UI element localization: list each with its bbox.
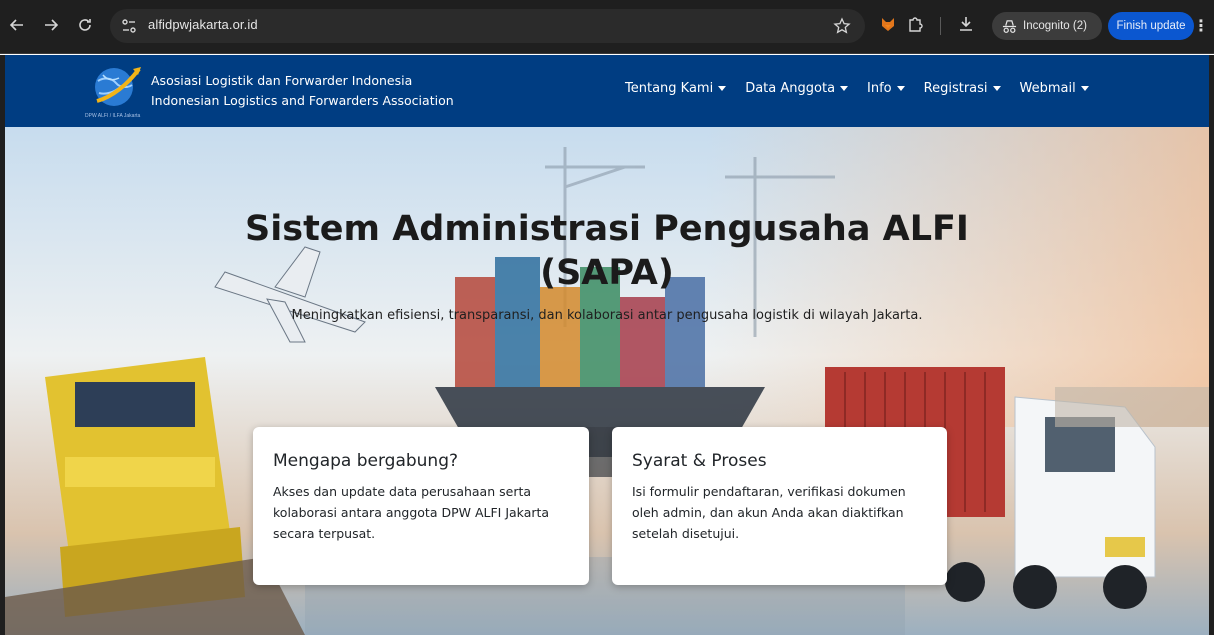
browser-menu-icon[interactable]: ⋮ xyxy=(1193,15,1209,37)
download-icon[interactable] xyxy=(957,15,975,33)
menu-label: Webmail xyxy=(1019,81,1076,96)
menu-tentang-kami[interactable]: Tentang Kami xyxy=(625,81,727,96)
site-settings-icon[interactable] xyxy=(120,17,138,35)
brand-text[interactable]: Asosiasi Logistik dan Forwarder Indonesi… xyxy=(151,71,454,111)
hero-subtitle: Meningkatkan efisiensi, transparansi, da… xyxy=(291,308,923,323)
menu-label: Registrasi xyxy=(923,81,988,96)
forward-icon[interactable] xyxy=(40,14,62,36)
card-title: Mengapa bergabung? xyxy=(273,451,459,471)
card-text: Isi formulir pendaftaran, verifikasi dok… xyxy=(632,484,906,541)
card-title: Syarat & Proses xyxy=(632,451,767,471)
caret-down-icon xyxy=(1080,86,1089,91)
address-bar[interactable]: alfidpwjakarta.or.id xyxy=(110,9,865,43)
browser-toolbar: alfidpwjakarta.or.id Incognito (2) Finis… xyxy=(0,0,1214,54)
main-menu: Tentang Kami Data Anggota Info Registras… xyxy=(625,81,1108,96)
info-card-requirements: Syarat & Proses Isi formulir pendaftaran… xyxy=(612,427,947,585)
menu-label: Data Anggota xyxy=(745,81,836,96)
card-text: Akses dan update data perusahaan serta k… xyxy=(273,484,550,541)
caret-down-icon xyxy=(718,86,727,91)
site-navbar: DPW ALFI / ILFA Jakarta Asosiasi Logisti… xyxy=(5,55,1209,127)
logistics-hero-image xyxy=(5,127,1209,635)
brand-line-en: Indonesian Logistics and Forwarders Asso… xyxy=(151,93,454,108)
hero-title-line1: Sistem Administrasi Pengusaha ALFI xyxy=(245,209,969,249)
menu-label: Tentang Kami xyxy=(625,81,714,96)
logo-caption: DPW ALFI / ILFA Jakarta xyxy=(85,113,141,119)
toolbar-divider xyxy=(940,17,941,35)
incognito-icon xyxy=(1002,19,1017,33)
url-text[interactable]: alfidpwjakarta.or.id xyxy=(148,17,258,32)
reload-icon[interactable] xyxy=(74,14,96,36)
menu-data-anggota[interactable]: Data Anggota xyxy=(745,81,849,96)
back-icon[interactable] xyxy=(6,14,28,36)
alfi-logo[interactable] xyxy=(87,61,147,119)
incognito-indicator[interactable]: Incognito (2) xyxy=(992,12,1102,40)
finish-update-button[interactable]: Finish update xyxy=(1108,12,1194,40)
extension-fox-icon[interactable] xyxy=(880,16,896,32)
menu-registrasi[interactable]: Registrasi xyxy=(924,81,1001,96)
menu-label: Info xyxy=(867,81,892,96)
hero-section: Sistem Administrasi Pengusaha ALFI (SAPA… xyxy=(5,127,1209,635)
window-edge-right xyxy=(1209,55,1214,635)
menu-webmail[interactable]: Webmail xyxy=(1020,81,1089,96)
info-card-why-join: Mengapa bergabung? Akses dan update data… xyxy=(253,427,589,585)
caret-down-icon xyxy=(896,86,905,91)
hero-title: Sistem Administrasi Pengusaha ALFI (SAPA… xyxy=(5,207,1209,295)
brand-line-id: Asosiasi Logistik dan Forwarder Indonesi… xyxy=(151,73,413,88)
caret-down-icon xyxy=(992,86,1001,91)
incognito-label: Incognito (2) xyxy=(1023,20,1087,32)
hero-title-line2: (SAPA) xyxy=(540,253,674,293)
extensions-puzzle-icon[interactable] xyxy=(906,15,924,33)
bookmark-star-icon[interactable] xyxy=(833,17,851,35)
menu-info[interactable]: Info xyxy=(867,81,905,96)
caret-down-icon xyxy=(840,86,849,91)
